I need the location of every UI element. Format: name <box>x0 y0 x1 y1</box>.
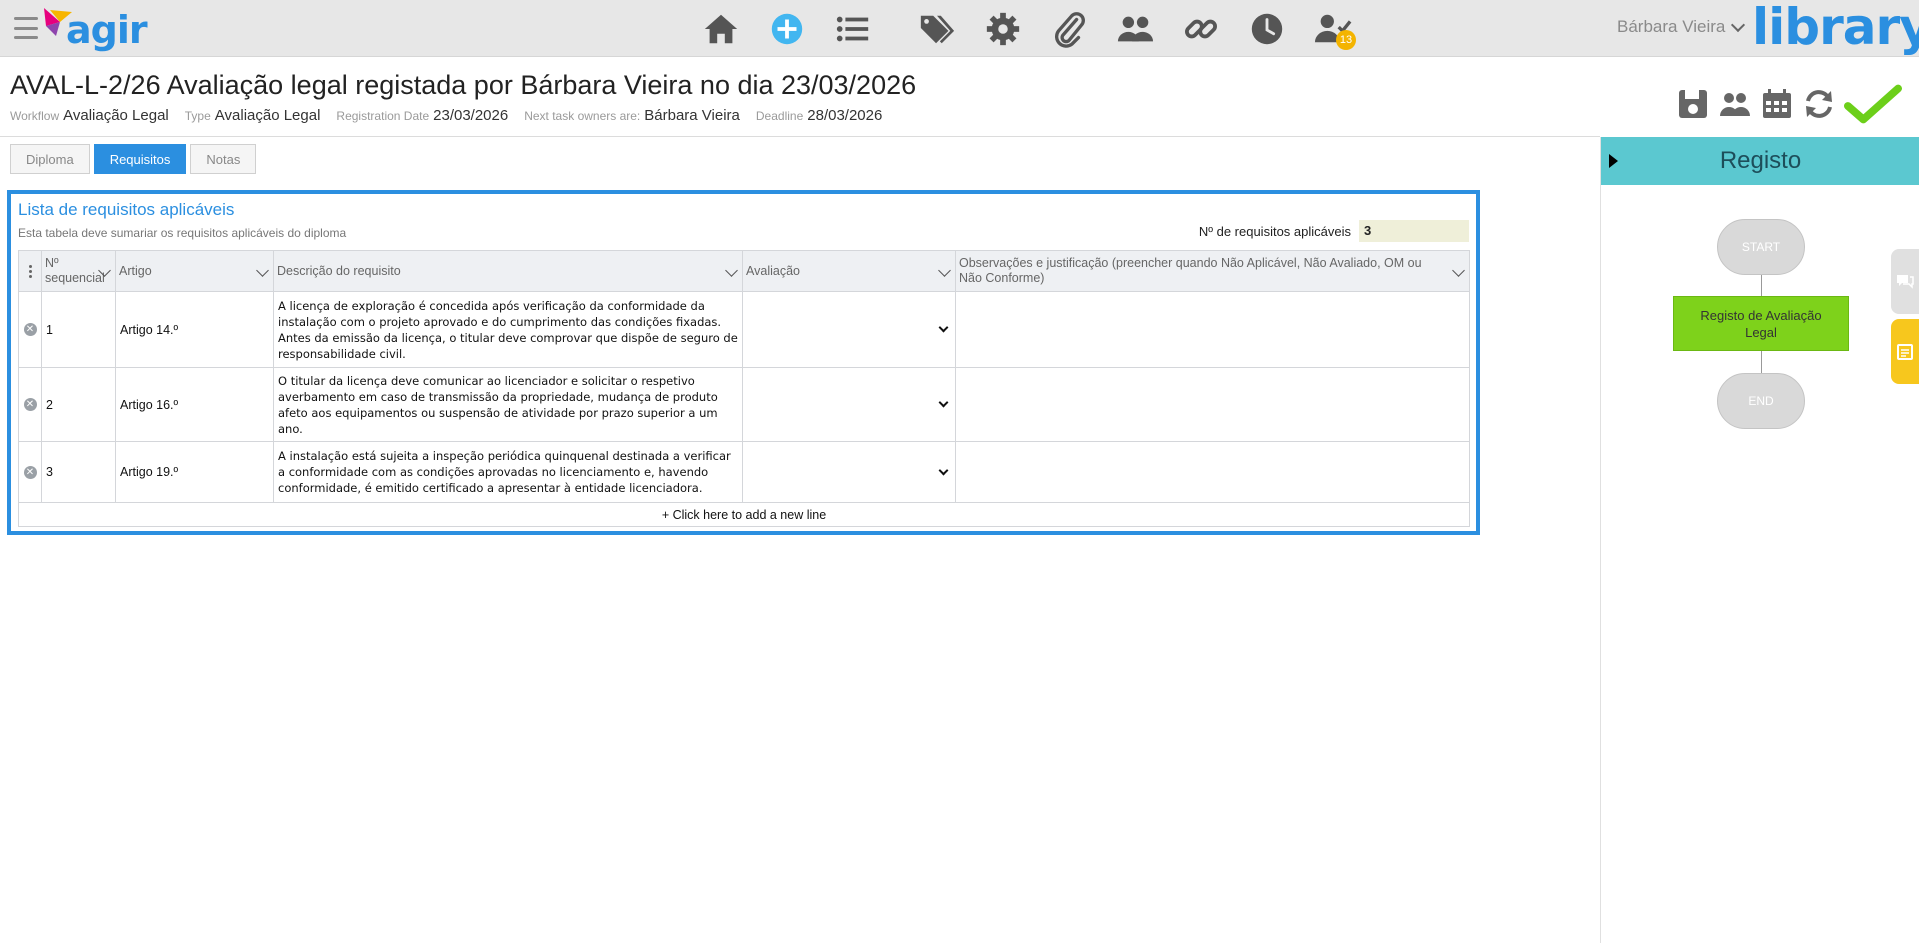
row-options-header[interactable] <box>18 250 42 292</box>
count-field: 3 <box>1359 220 1469 242</box>
attachment-icon[interactable] <box>1048 8 1090 50</box>
menu-icon[interactable] <box>14 17 38 39</box>
expand-arrow-icon[interactable] <box>1609 154 1618 168</box>
flow-connector <box>1761 351 1762 373</box>
col-header-artigo[interactable]: Artigo <box>115 250 274 292</box>
meta-workflow: Workflow Avaliação Legal <box>10 107 169 124</box>
col-header-observacoes[interactable]: Observações e justificação (preencher qu… <box>955 250 1470 292</box>
notes-icon <box>1897 343 1913 360</box>
tab-diploma[interactable]: Diploma <box>10 144 90 174</box>
meta-type: Type Avaliação Legal <box>184 107 321 124</box>
table-row: ✕ 3 Artigo 19.º A instalação está sujeit… <box>18 441 1470 503</box>
notes-tab[interactable] <box>1891 319 1919 384</box>
save-icon[interactable] <box>1675 86 1711 122</box>
chevron-down-icon <box>256 264 269 277</box>
calendar-icon[interactable] <box>1759 86 1795 122</box>
cell-seq[interactable]: 1 <box>41 291 116 368</box>
delete-row-icon[interactable]: ✕ <box>23 323 37 336</box>
list-icon[interactable] <box>832 8 874 50</box>
requirements-table: Nº sequencial Artigo Descrição do requis… <box>18 250 1470 527</box>
cell-observacoes[interactable] <box>955 291 1470 368</box>
assign-users-icon[interactable] <box>1717 86 1753 122</box>
avaliacao-select[interactable] <box>742 441 956 503</box>
comments-tab[interactable] <box>1891 249 1919 314</box>
cell-descricao[interactable]: A instalação está sujeita a inspeção per… <box>273 441 743 503</box>
table-row: ✕ 2 Artigo 16.º O titular da licença dev… <box>18 367 1470 442</box>
workflow-panel-header[interactable]: Registo <box>1601 137 1919 185</box>
tab-bar: Diploma Requisitos Notas <box>10 144 257 174</box>
count-label: Nº de requisitos aplicáveis <box>1198 224 1351 239</box>
flow-start-node: START <box>1717 219 1805 275</box>
user-name: Bárbara Vieira <box>1617 17 1726 36</box>
home-icon[interactable] <box>700 8 742 50</box>
chevron-down-icon <box>938 465 949 475</box>
tab-notas[interactable]: Notas <box>190 144 257 174</box>
col-header-avaliacao[interactable]: Avaliação <box>742 250 956 292</box>
col-header-descricao[interactable]: Descrição do requisito <box>273 250 743 292</box>
workflow-panel-title: Registo <box>1719 147 1802 174</box>
tags-icon[interactable] <box>916 8 958 50</box>
settings-icon[interactable] <box>982 8 1024 50</box>
more-vertical-icon <box>22 264 38 278</box>
workflow-panel: Registo START Registo de Avaliação Legal… <box>1600 137 1919 943</box>
avaliacao-select[interactable] <box>742 367 956 442</box>
chevron-down-icon <box>1731 17 1746 32</box>
clock-icon[interactable] <box>1246 8 1288 50</box>
panel-subtitle: Esta tabela deve sumariar os requisitos … <box>18 226 347 240</box>
user-check-icon[interactable]: 13 <box>1312 8 1356 50</box>
chat-icon <box>1897 274 1914 289</box>
flow-step-node[interactable]: Registo de Avaliação Legal <box>1673 296 1849 351</box>
chevron-down-icon <box>938 322 949 333</box>
table-header-row: Nº sequencial Artigo Descrição do requis… <box>18 250 1470 292</box>
requirements-panel: Lista de requisitos aplicáveis Esta tabe… <box>7 190 1480 535</box>
cell-artigo[interactable]: Artigo 19.º <box>115 441 274 503</box>
refresh-icon[interactable] <box>1801 86 1837 122</box>
add-line-button[interactable]: + Click here to add a new line <box>18 502 1470 527</box>
record-meta: Workflow Avaliação Legal Type Avaliação Le… <box>10 107 882 124</box>
cell-descricao[interactable]: A licença de exploração é concedida após… <box>273 291 743 368</box>
agir-logo[interactable]: agir <box>42 4 148 54</box>
cell-artigo[interactable]: Artigo 14.º <box>115 291 274 368</box>
add-icon[interactable] <box>766 8 808 50</box>
header-actions <box>1675 84 1903 124</box>
link-icon[interactable] <box>1180 8 1222 50</box>
table-row: ✕ 1 Artigo 14.º A licença de exploração … <box>18 291 1470 368</box>
delete-row-icon[interactable]: ✕ <box>23 398 37 411</box>
cell-seq[interactable]: 2 <box>41 367 116 442</box>
main-nav: 13 <box>700 8 1378 50</box>
add-line-row: + Click here to add a new line <box>18 502 1470 527</box>
cell-seq[interactable]: 3 <box>41 441 116 503</box>
avaliacao-select[interactable] <box>742 291 956 368</box>
top-bar: agir 13 Bárbara Vieira library <box>0 0 1919 57</box>
header-divider <box>0 136 1600 137</box>
meta-next-owners: Next task owners are: Bárbara Vieira <box>524 107 740 124</box>
chevron-down-icon <box>938 264 951 277</box>
page-title: AVAL-L-2/26 Avaliação legal registada po… <box>10 70 917 100</box>
library-logo: library <box>1752 0 1919 56</box>
chevron-down-icon <box>938 397 949 408</box>
chevron-down-icon <box>725 264 738 277</box>
cell-observacoes[interactable] <box>955 441 1470 503</box>
users-icon[interactable] <box>1114 8 1156 50</box>
panel-title: Lista de requisitos aplicáveis <box>18 200 235 219</box>
meta-registration-date: Registration Date 23/03/2026 <box>336 107 509 124</box>
tab-requisitos[interactable]: Requisitos <box>93 144 187 174</box>
logo-text: agir <box>66 8 148 52</box>
cell-descricao[interactable]: O titular da licença deve comunicar ao l… <box>273 367 743 442</box>
notification-badge: 13 <box>1336 30 1356 50</box>
flow-connector <box>1761 275 1762 296</box>
flow-end-node: END <box>1717 373 1805 429</box>
cell-observacoes[interactable] <box>955 367 1470 442</box>
col-header-seq[interactable]: Nº sequencial <box>41 250 116 292</box>
confirm-icon[interactable] <box>1843 84 1903 124</box>
delete-row-icon[interactable]: ✕ <box>23 465 37 479</box>
meta-deadline: Deadline 28/03/2026 <box>755 107 883 124</box>
cell-artigo[interactable]: Artigo 16.º <box>115 367 274 442</box>
user-menu[interactable]: Bárbara Vieira <box>1617 17 1746 37</box>
